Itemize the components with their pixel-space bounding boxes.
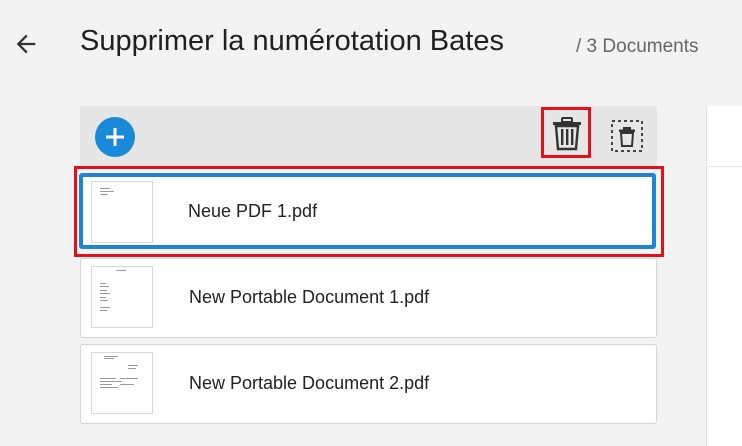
- back-arrow-icon[interactable]: [12, 30, 40, 58]
- document-thumbnail: [91, 181, 153, 243]
- document-name: New Portable Document 2.pdf: [189, 373, 430, 393]
- deselect-all-button[interactable]: [610, 119, 644, 153]
- side-panel: [706, 106, 742, 446]
- plus-icon: [106, 128, 124, 146]
- panel-divider: [707, 166, 742, 167]
- document-count: / 3 Documents: [576, 36, 699, 57]
- document-thumbnail: [91, 266, 153, 328]
- document-card-1[interactable]: Neue PDF 1.pdf: [79, 173, 656, 249]
- document-thumbnail: [91, 352, 153, 414]
- document-card-3[interactable]: New Portable Document 2.pdf: [80, 344, 657, 424]
- document-name: New Portable Document 1.pdf: [189, 287, 430, 307]
- document-card-2[interactable]: New Portable Document 1.pdf: [80, 258, 657, 338]
- trash-icon: [553, 117, 581, 151]
- delete-button[interactable]: [552, 117, 582, 151]
- page-title: Supprimer la numérotation Bates: [80, 25, 504, 57]
- dashed-trash-icon: [611, 120, 643, 152]
- add-document-button[interactable]: [95, 117, 135, 157]
- document-name: Neue PDF 1.pdf: [188, 201, 318, 221]
